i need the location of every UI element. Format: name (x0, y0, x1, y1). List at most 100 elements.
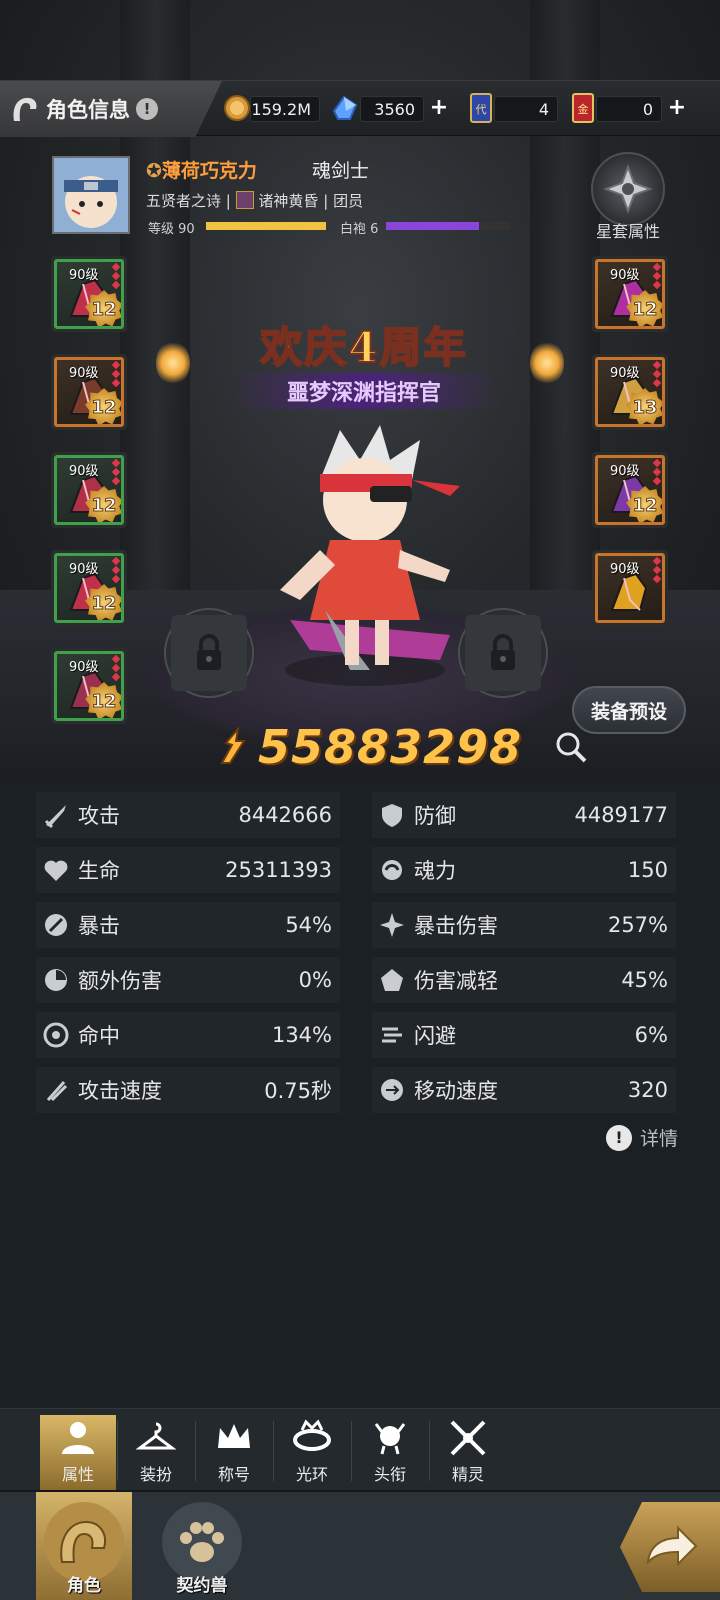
stat-value: 8442666 (238, 803, 332, 827)
stat-label: 移动速度 (414, 1079, 498, 1103)
equipment-frame: 90级 12 (595, 455, 665, 525)
robe-progress-fill (386, 222, 479, 230)
separator: | (323, 192, 329, 210)
equipment-slot[interactable]: 90级 13 (592, 354, 668, 430)
star-set-button[interactable]: 星套属性 (586, 152, 670, 242)
details-label: 详情 (640, 1128, 679, 1150)
stat-label: 命中 (78, 1024, 120, 1048)
sub-tab-label: 光环 (295, 1465, 328, 1484)
equipment-preset-button[interactable]: 装备预设 (572, 686, 686, 734)
quality-pips (111, 360, 121, 389)
equipment-slot[interactable]: 90级 12 (51, 550, 127, 626)
lock-icon (197, 634, 221, 670)
sub-tab[interactable]: 称号 (196, 1415, 272, 1491)
info-icon: ! (606, 1124, 632, 1151)
soul-icon (378, 856, 406, 884)
quality-pips (652, 360, 662, 389)
add-crystal-button[interactable]: + (428, 97, 450, 119)
equipment-slot[interactable]: 90级 12 (51, 354, 127, 430)
torch-left (156, 340, 190, 386)
lock-icon (491, 634, 515, 670)
stat-value: 320 (627, 1078, 668, 1102)
stat-value: 45% (621, 968, 668, 992)
stat-value: 150 (627, 858, 668, 882)
stat-value: 134% (271, 1023, 332, 1047)
equipment-frame: 90级 13 (595, 357, 665, 427)
equipment-slot[interactable]: 90级 12 (51, 256, 127, 332)
gold-card-icon: 金 (568, 91, 598, 125)
stat-label: 魂力 (414, 859, 456, 883)
stat-row: 生命 25311393 (36, 847, 340, 893)
combat-power: 55883298 (216, 720, 588, 774)
stat-label: 攻击速度 (78, 1079, 162, 1103)
sub-tab[interactable]: 属性 (40, 1415, 116, 1491)
equipment-frame: 90级 12 (595, 259, 665, 329)
equipment-slot[interactable]: 90级 12 (592, 452, 668, 528)
stat-row: 暴击伤害 257% (372, 902, 676, 948)
sub-tab[interactable]: 光环 (274, 1415, 350, 1491)
stat-label: 暴击 (78, 914, 120, 938)
equipment-level: 90级 (610, 464, 640, 479)
guild-role: 团员 (333, 192, 364, 210)
equipment-frame: 90级 12 (54, 357, 124, 427)
stat-value: 0.75秒 (264, 1079, 332, 1103)
stat-row: 伤害减轻 45% (372, 957, 676, 1003)
details-button[interactable]: ! 详情 (606, 1124, 678, 1151)
sub-tab-label: 精灵 (451, 1465, 484, 1484)
stat-label: 额外伤害 (78, 969, 162, 993)
sub-tab[interactable]: 头衔 (352, 1415, 428, 1491)
stat-row: 攻击 8442666 (36, 792, 340, 838)
extra-damage-icon (42, 966, 70, 994)
crown-icon (196, 1415, 272, 1461)
character-sprite[interactable] (250, 420, 480, 690)
sub-tab-label: 称号 (217, 1465, 250, 1484)
sword-icon (42, 801, 70, 829)
equipment-frame: 90级 12 (54, 259, 124, 329)
quality-pips (652, 556, 662, 585)
info-icon[interactable]: ! (136, 98, 158, 120)
crystal-icon (330, 91, 360, 125)
nav-character[interactable]: 角色 (36, 1492, 132, 1600)
quality-pips (111, 654, 121, 683)
stat-row: 命中 134% (36, 1012, 340, 1058)
add-card-button[interactable]: + (666, 97, 688, 119)
crystal-amount: 3560 (360, 96, 424, 122)
anniversary-banner[interactable]: 欢庆4周年 噩梦深渊指挥官 (230, 292, 498, 432)
ticket-amount: 4 (494, 96, 558, 122)
sub-tab[interactable]: 精灵 (430, 1415, 506, 1491)
stat-label: 攻击 (78, 804, 120, 828)
banner-title: 欢庆4周年 (259, 322, 468, 373)
locked-slot-left[interactable] (164, 608, 254, 698)
gold-amount: 159.2M (250, 96, 320, 122)
nav-paw[interactable]: 契约兽 (154, 1492, 250, 1600)
equipment-slot[interactable]: 90级 (592, 550, 668, 626)
stat-value: 25311393 (225, 858, 332, 882)
equipment-slot[interactable]: 90级 12 (51, 452, 127, 528)
stat-value: 6% (634, 1023, 668, 1047)
torch-right (530, 340, 564, 386)
sub-tab[interactable]: 装扮 (118, 1415, 194, 1491)
level-label: 等级 90 (148, 222, 195, 237)
shield-icon (378, 801, 406, 829)
level-progress-bar (206, 222, 326, 230)
equipment-frame: 90级 12 (54, 553, 124, 623)
robe-label: 白袍 6 (340, 222, 379, 237)
title-box: 角色信息 ! (0, 81, 222, 137)
equipment-slot[interactable]: 90级 12 (51, 648, 127, 724)
locked-slot-right[interactable] (458, 608, 548, 698)
player-name[interactable]: ✪薄荷巧克力 (146, 156, 257, 183)
arrow-back-icon (646, 1525, 698, 1567)
guild-name[interactable]: 诸神黄昏 (258, 192, 318, 210)
search-icon[interactable] (554, 730, 588, 764)
accuracy-icon (42, 1021, 70, 1049)
stat-label: 闪避 (414, 1024, 456, 1048)
stat-row: 移动速度 320 (372, 1067, 676, 1113)
quality-pips (652, 458, 662, 487)
sub-tab-label: 属性 (61, 1465, 94, 1484)
avatar[interactable] (52, 156, 130, 234)
stat-row: 防御 4489177 (372, 792, 676, 838)
equipment-slot[interactable]: 90级 12 (592, 256, 668, 332)
rank-star-icon: ✪ (146, 160, 162, 182)
dodge-icon (378, 1021, 406, 1049)
crit-damage-icon (378, 911, 406, 939)
